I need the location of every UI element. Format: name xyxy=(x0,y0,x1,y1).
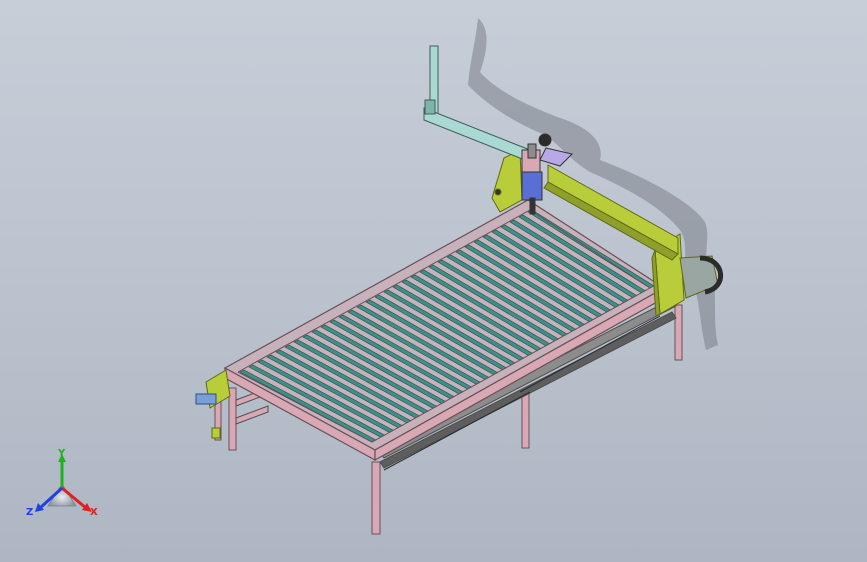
gantry-end-left xyxy=(491,149,523,213)
front-bracket xyxy=(195,369,231,439)
y-axis-label: Y xyxy=(57,448,66,459)
axis-triad: Y X Z xyxy=(26,448,98,518)
z-axis-label: Z xyxy=(26,507,33,518)
table-frame xyxy=(223,199,666,462)
3d-viewport[interactable] xyxy=(0,0,867,562)
x-axis-label: X xyxy=(90,507,98,518)
